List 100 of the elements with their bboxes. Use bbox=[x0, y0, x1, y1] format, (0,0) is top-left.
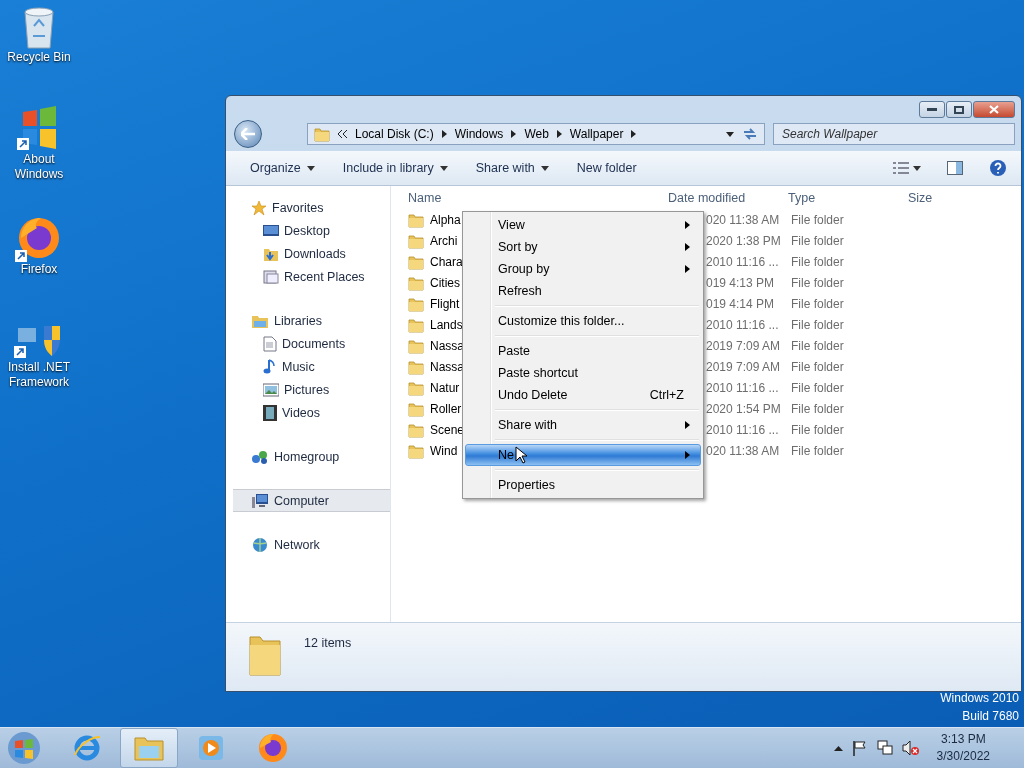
date-cell: 2010 11:16 ... bbox=[706, 254, 779, 269]
type-cell: File folder bbox=[791, 317, 844, 332]
sidebar-item[interactable]: Desktop bbox=[233, 219, 390, 242]
sidebar-item[interactable]: Music bbox=[233, 355, 390, 378]
date-cell: 2019 7:09 AM bbox=[706, 338, 781, 353]
item-count: 12 items bbox=[304, 636, 352, 650]
file-name: Chara bbox=[430, 254, 463, 269]
toolbar-button[interactable]: Organize bbox=[238, 156, 327, 180]
breadcrumb-item[interactable]: Wallpaper bbox=[569, 127, 624, 141]
start-button[interactable] bbox=[6, 730, 42, 766]
caret-icon bbox=[913, 165, 921, 171]
caret-icon bbox=[726, 131, 734, 137]
menu-item[interactable]: Paste bbox=[465, 340, 701, 362]
maximize-button[interactable] bbox=[946, 101, 972, 118]
search-field[interactable]: Search Wallpaper bbox=[773, 123, 1015, 145]
type-cell: File folder bbox=[791, 401, 844, 416]
desktop-icon-label[interactable]: Firefox bbox=[1, 262, 77, 277]
type-cell: File folder bbox=[791, 296, 844, 311]
date-cell: 020 11:38 AM bbox=[706, 212, 780, 227]
back-button[interactable] bbox=[234, 120, 262, 148]
menu-item[interactable]: Sort by bbox=[465, 236, 701, 258]
star-icon bbox=[251, 199, 267, 216]
sidebar-item[interactable]: Libraries bbox=[233, 309, 390, 332]
sidebar-item[interactable]: Homegroup bbox=[233, 445, 390, 468]
homegroup-icon bbox=[251, 448, 269, 465]
breadcrumb-item[interactable]: Web bbox=[524, 127, 549, 141]
close-button[interactable] bbox=[973, 101, 1015, 118]
date-cell: 2020 1:38 PM bbox=[706, 233, 781, 248]
music-note-icon bbox=[263, 358, 277, 375]
picture-icon bbox=[263, 382, 279, 397]
menu-item[interactable]: View bbox=[465, 214, 701, 236]
sidebar-item[interactable]: Videos bbox=[233, 401, 390, 424]
sidebar-item[interactable]: Downloads bbox=[233, 242, 390, 265]
breadcrumb-item[interactable]: Windows bbox=[454, 127, 504, 141]
view-list-icon[interactable] bbox=[893, 162, 909, 174]
close-icon bbox=[989, 105, 999, 114]
menu-item[interactable]: Customize this folder... bbox=[465, 310, 701, 332]
chevron-icon bbox=[556, 130, 562, 138]
type-cell: File folder bbox=[791, 422, 844, 437]
breadcrumb-item[interactable]: Local Disk (C:) bbox=[355, 127, 434, 141]
type-cell: File folder bbox=[791, 359, 844, 374]
preview-pane-icon[interactable] bbox=[947, 161, 963, 175]
type-cell: File folder bbox=[791, 338, 844, 353]
network-icon[interactable] bbox=[876, 740, 893, 756]
sidebar-item[interactable]: Network bbox=[233, 533, 390, 556]
menu-item[interactable]: Share with bbox=[465, 414, 701, 436]
firefox-icon bbox=[257, 732, 289, 764]
caret-icon bbox=[439, 165, 448, 171]
show-hidden-icons-icon[interactable] bbox=[833, 745, 843, 751]
menu-item[interactable]: Refresh bbox=[465, 280, 701, 302]
sidebar-item[interactable]: Computer bbox=[233, 489, 390, 512]
submenu-arrow-icon bbox=[685, 243, 690, 251]
toolbar-button[interactable]: New folder bbox=[564, 156, 649, 180]
column-header[interactable]: Name bbox=[408, 190, 668, 205]
type-cell: File folder bbox=[791, 443, 844, 458]
date-cell: 2010 11:16 ... bbox=[706, 380, 779, 395]
chevron-icon bbox=[511, 130, 517, 138]
file-name: Cities bbox=[430, 275, 460, 290]
mouse-cursor-icon bbox=[515, 446, 527, 464]
menu-item[interactable]: Ne bbox=[465, 444, 701, 466]
file-name: Scene bbox=[430, 422, 465, 437]
desktop-icon-label[interactable]: Recycle Bin bbox=[1, 50, 77, 65]
menu-item[interactable]: Properties bbox=[465, 474, 701, 496]
date-cell: 2010 11:16 ... bbox=[706, 317, 779, 332]
computer-icon bbox=[251, 492, 269, 509]
help-icon[interactable] bbox=[989, 159, 1007, 177]
column-header[interactable]: Type bbox=[788, 190, 908, 205]
desktop-icon-label[interactable]: Install .NET Framework bbox=[1, 360, 77, 390]
menu-item[interactable]: Paste shortcut bbox=[465, 362, 701, 384]
submenu-arrow-icon bbox=[685, 451, 690, 459]
build-label: Build 7680 bbox=[962, 708, 1019, 725]
internet-explorer-icon bbox=[72, 733, 102, 763]
sidebar-item[interactable]: Favorites bbox=[233, 196, 390, 219]
column-header[interactable]: Size bbox=[908, 190, 988, 205]
refresh-icon bbox=[742, 127, 758, 141]
type-cell: File folder bbox=[791, 380, 844, 395]
folder-icon bbox=[408, 211, 424, 228]
folder-icon bbox=[408, 295, 424, 312]
back-arrow-icon bbox=[241, 128, 255, 140]
speaker-muted-icon[interactable] bbox=[901, 740, 920, 756]
type-cell: File folder bbox=[791, 212, 844, 227]
file-name: Wind bbox=[430, 443, 458, 458]
minimize-button[interactable] bbox=[919, 101, 945, 118]
clock[interactable]: 3:13 PM 3/30/2022 bbox=[936, 731, 990, 765]
address-bar[interactable]: Local Disk (C:) Windows Web Wallpaper bbox=[307, 123, 765, 145]
sidebar-item[interactable]: Recent Places bbox=[233, 265, 390, 288]
folder-icon bbox=[408, 316, 424, 333]
media-player-icon bbox=[197, 734, 225, 762]
toolbar-button[interactable]: Share with bbox=[463, 156, 561, 180]
menu-item[interactable]: Group by bbox=[465, 258, 701, 280]
flag-icon[interactable] bbox=[851, 740, 868, 756]
column-header[interactable]: Date modified bbox=[668, 190, 788, 205]
folder-icon bbox=[408, 337, 424, 354]
date-cell: 2019 7:09 AM bbox=[706, 359, 781, 374]
file-name: Flight bbox=[430, 296, 460, 311]
sidebar-item[interactable]: Pictures bbox=[233, 378, 390, 401]
sidebar-item[interactable]: Documents bbox=[233, 332, 390, 355]
menu-item[interactable]: Undo Delete Ctrl+Z bbox=[465, 384, 701, 406]
desktop-icon-label[interactable]: About Windows bbox=[1, 152, 77, 182]
toolbar-button[interactable]: Include in library bbox=[330, 156, 460, 180]
